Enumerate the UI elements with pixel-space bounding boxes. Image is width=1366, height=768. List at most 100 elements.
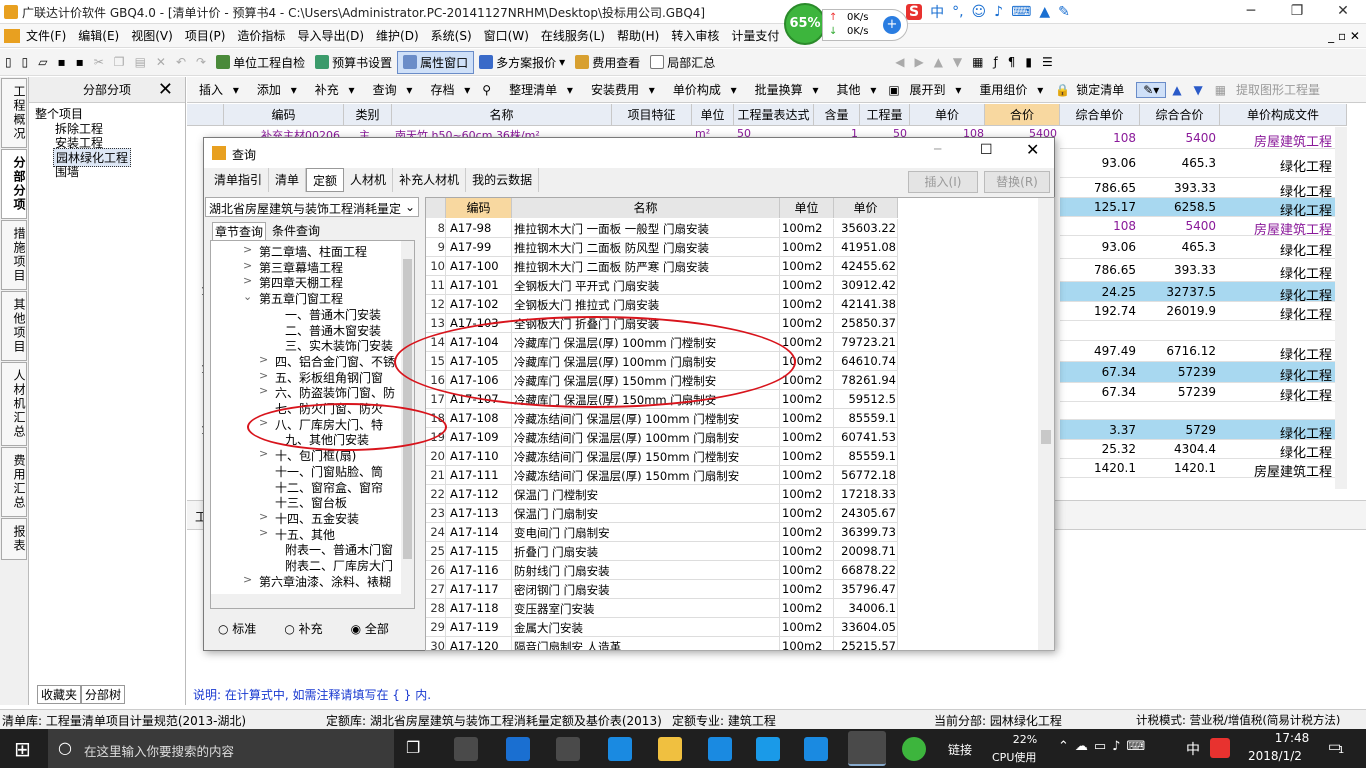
quota-row[interactable]: 11 A17-101 全钢板大门 平开式 门扇安装 100m2 30912.42 [426, 276, 898, 295]
chevron-down-icon[interactable]: ⌄ [243, 290, 252, 303]
chapter-tree-item[interactable]: 第五章门窗工程 [259, 290, 343, 307]
grid-header-code[interactable]: 编码 [224, 104, 344, 126]
radio-standard[interactable]: ○ 标准 [218, 620, 256, 637]
nav-up-icon[interactable]: ▲ [929, 53, 948, 71]
tray-ime[interactable]: 中 [1186, 739, 1200, 759]
chevron-right-icon[interactable]: > [259, 526, 268, 539]
tab-report[interactable]: 报表 [1, 518, 27, 560]
chapter-tree-item[interactable]: 十三、窗台板 [275, 494, 347, 511]
quota-row[interactable]: 23 A17-113 保温门 门扇制安 100m2 24305.67 [426, 504, 898, 523]
local-summary-checkbox[interactable]: 局部汇总 [645, 52, 720, 73]
gbq-app-icon[interactable] [848, 731, 886, 766]
quota-row[interactable]: 29 A17-119 金属大门安装 100m2 33604.05 [426, 618, 898, 637]
chevron-right-icon[interactable]: > [259, 510, 268, 523]
insert-quota-button[interactable]: 插入(I) [908, 171, 978, 193]
menu-online[interactable]: 在线服务(L) [535, 27, 611, 44]
tab-bill[interactable]: 清单 [269, 168, 307, 192]
insert-button[interactable]: 插入 ▾ [187, 81, 245, 98]
quota-library-select[interactable]: 湖北省房屋建筑与装饰工程消耗量定 ⌄ [205, 197, 419, 217]
subtab-chapter[interactable]: 章节查询 [212, 222, 267, 240]
tab-division-tree[interactable]: 分部树 [81, 685, 126, 704]
list-icon[interactable]: ☰ [1037, 53, 1058, 71]
menu-help[interactable]: 帮助(H) [611, 27, 665, 44]
tab-measures[interactable]: 措施项目 [1, 220, 27, 290]
quota-row[interactable]: 28 A17-118 变压器室门安装 100m2 34006.1 [426, 599, 898, 618]
grid-header-unit-price[interactable]: 综合单价 [1060, 104, 1140, 126]
other-button[interactable]: 其他 ▾ [825, 81, 883, 98]
calc-icon[interactable]: ▦ [967, 53, 988, 71]
menu-window[interactable]: 窗口(W) [478, 27, 535, 44]
grid-header-total[interactable]: 合价 [985, 104, 1060, 126]
grid-header-qty[interactable]: 工程量 [860, 104, 910, 126]
tab-bill-guide[interactable]: 清单指引 [208, 168, 270, 192]
fan-app-icon[interactable] [454, 737, 478, 761]
dialog-close-button[interactable]: ✕ [1026, 140, 1039, 159]
subtab-condition[interactable]: 条件查询 [270, 222, 322, 239]
chevron-right-icon[interactable]: > [243, 243, 252, 256]
g-app-icon[interactable] [756, 737, 780, 761]
multi-plan-button[interactable]: 多方案报价 ▾ [474, 52, 570, 73]
table-row[interactable]: 24.25 32737.5 绿化工程 [1060, 282, 1335, 304]
list-scroll-thumb[interactable] [1041, 430, 1051, 444]
save2-icon[interactable]: ▪ [71, 53, 89, 71]
redo-icon[interactable]: ↷ [191, 53, 211, 71]
table-row[interactable]: 108 5400 房屋建筑工程 [1060, 217, 1335, 238]
fee-view-button[interactable]: 费用查看 [570, 52, 645, 73]
table-row[interactable]: 67.34 57239 绿化工程 [1060, 383, 1335, 404]
table-row[interactable]: 93.06 465.3 绿化工程 [1060, 236, 1335, 259]
clock-time[interactable]: 17:48 [1262, 731, 1322, 745]
chapter-tree-item[interactable]: 第四章天棚工程 [259, 274, 343, 291]
tab-sub-items[interactable]: 分部分项 [1, 149, 27, 219]
grid-header-price[interactable]: 单价 [910, 104, 985, 126]
list-header-code[interactable]: 编码 [446, 198, 512, 218]
mdi-controls[interactable]: _ ▫ ✕ [1322, 29, 1366, 43]
table-row[interactable]: 786.65 393.33 绿化工程 [1060, 178, 1335, 200]
menu-view[interactable]: 视图(V) [125, 27, 179, 44]
grid-header-unit[interactable]: 单位 [692, 104, 734, 126]
archive-button[interactable]: 存档 ▾ [418, 81, 476, 98]
chapter-tree-item[interactable]: 第二章墙、柱面工程 [259, 243, 367, 260]
chapter-tree-item[interactable]: 一、普通木门安装 [285, 306, 381, 323]
chapter-tree-item[interactable]: 附表一、普通木门窗 [285, 541, 393, 558]
chevron-right-icon[interactable]: > [243, 274, 252, 287]
fx-icon[interactable]: ƒ [989, 53, 1003, 71]
reuse-button[interactable]: 重用组价 ▾ [967, 81, 1049, 98]
nav-right-icon[interactable]: ▶ [909, 53, 928, 71]
budget-setting-button[interactable]: 预算书设置 [310, 52, 397, 73]
browser-icon[interactable] [556, 737, 580, 761]
new2-icon[interactable]: ▯ [17, 53, 34, 71]
quota-row[interactable]: 18 A17-108 冷藏冻结间门 保温层(厚) 100mm 门樘制安 100m2 85… [426, 409, 898, 428]
explorer-icon[interactable] [658, 737, 682, 761]
green-app-icon[interactable] [902, 737, 926, 761]
paste-icon[interactable]: ▤ [130, 53, 151, 71]
chevron-right-icon[interactable]: > [243, 259, 252, 272]
replace-quota-button[interactable]: 替换(R) [984, 171, 1050, 193]
chapter-tree-item[interactable]: 附表二、厂库房大门 [285, 557, 393, 574]
table-row[interactable]: 192.74 26019.9 绿化工程 [1060, 302, 1335, 323]
quota-row[interactable]: 21 A17-111 冷藏冻结间门 保温层(厚) 150mm 门扇制安 100m2 56… [426, 466, 898, 485]
open-icon[interactable]: ▱ [33, 53, 52, 71]
install-fee-button[interactable]: 安装费用 ▾ [579, 81, 661, 98]
grid-scrollbar[interactable] [1335, 127, 1347, 489]
windows-start-icon[interactable]: ⊞ [14, 737, 31, 761]
sogou-tray-icon[interactable] [1210, 738, 1230, 758]
chapter-tree-item[interactable]: 三、实木装饰门安装 [285, 337, 393, 354]
table-row[interactable]: 93.06 465.3 绿化工程 [1060, 149, 1335, 178]
table-row[interactable]: 108 5400 房屋建筑工程 [1060, 128, 1335, 150]
boost-icon[interactable]: + [883, 16, 901, 34]
ie2-icon[interactable] [708, 737, 732, 761]
quota-row[interactable]: 26 A17-116 防射线门 门扇安装 100m2 66878.22 [426, 561, 898, 580]
chapter-tree-item[interactable]: 二、普通木窗安装 [285, 322, 381, 339]
tab-material-summary[interactable]: 人材机汇总 [1, 362, 27, 446]
chevron-right-icon[interactable]: > [259, 369, 268, 382]
close-icon[interactable]: ✕ [158, 77, 173, 103]
menu-maintain[interactable]: 维护(D) [370, 27, 425, 44]
menu-index[interactable]: 造价指标 [231, 27, 291, 44]
radio-supplement[interactable]: ○ 补充 [284, 620, 322, 637]
close-button[interactable]: ✕ [1320, 0, 1366, 24]
list-scrollbar[interactable] [1038, 198, 1054, 650]
table-row[interactable] [1060, 402, 1335, 420]
radio-all[interactable]: ◉ 全部 [351, 620, 389, 637]
chapter-tree-item[interactable]: 十五、其他 [275, 526, 335, 543]
expand-to-button[interactable]: ▣ 展开到 ▾ [882, 81, 967, 98]
